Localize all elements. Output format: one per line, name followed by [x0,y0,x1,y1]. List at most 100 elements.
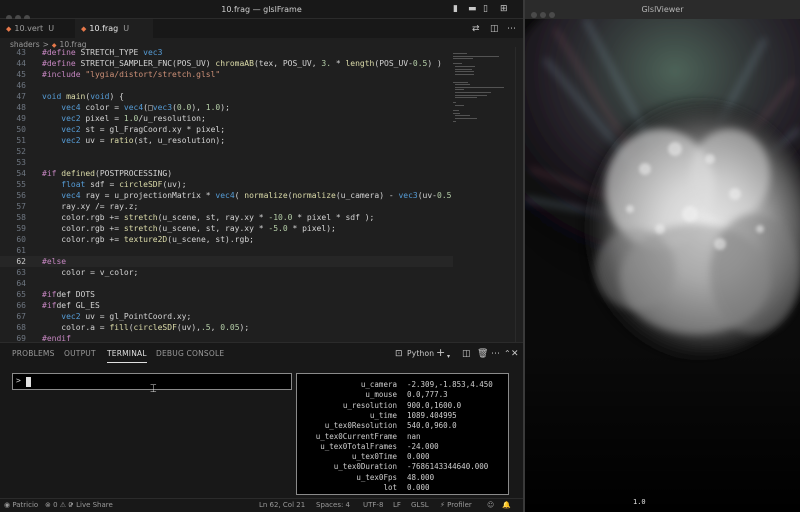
code-line[interactable]: 49 vec2 pixel = 1.0/u_resolution; [0,113,453,124]
uniform-row: u_tex0Time 0.000 [297,452,508,462]
line-number[interactable]: 50 [0,124,26,135]
uniform-value: 900.0,1600.0 [407,400,462,410]
terminal-shell-label[interactable]: Python [407,343,434,365]
indentation-status[interactable]: Spaces: 4 [316,499,350,512]
tab-problems[interactable]: PROBLEMS [12,343,55,365]
layout-panel-icon[interactable]: ▬ [468,3,477,15]
line-number[interactable]: 48 [0,102,26,113]
eol-status[interactable]: LF [393,499,401,512]
layout-sidebar-icon[interactable]: ▮ [453,3,458,15]
code-line[interactable]: 43 #define STRETCH_TYPE vec3 [0,47,453,58]
live-share-status[interactable]: ↗ Live Share [68,499,113,512]
minimap[interactable] [453,47,515,147]
code-line[interactable]: 68 color.a = fill(circleSDF(uv),.5, 0.05… [0,322,453,333]
code-line[interactable]: 56 vec4 ray = u_projectionMatrix * vec4(… [0,190,453,201]
code-line[interactable]: 48 vec4 color = vec4(□vec3(0.0), 1.0); [0,102,453,113]
code-line[interactable]: 66 #ifdef GL_ES [0,300,453,311]
line-number[interactable]: 51 [0,135,26,146]
code-line[interactable]: 46 [0,80,453,91]
code-text: float sdf = circleSDF(uv); [61,180,187,189]
line-number[interactable]: 43 [0,47,26,58]
code-line[interactable]: 61 [0,245,453,256]
line-number[interactable]: 49 [0,113,26,124]
line-number[interactable]: 56 [0,190,26,201]
accounts-status[interactable]: ◉ Patricio [4,499,38,512]
minimap-line [453,81,468,83]
line-number[interactable]: 63 [0,267,26,278]
tab-10-frag[interactable]: ◆ 10.frag U [75,19,153,38]
code-line[interactable]: 62 #else [0,256,453,267]
code-line[interactable]: 47 void main(void) { [0,91,453,102]
code-area[interactable]: 43 #define STRETCH_TYPE vec3 44 #define STR… [0,47,453,342]
code-line[interactable]: 45 #include "lygia/distort/stretch.glsl" [0,69,453,80]
line-number[interactable]: 44 [0,58,26,69]
ellipsis-icon[interactable]: ⋯ [491,348,500,360]
render-canvas[interactable] [525,19,800,512]
line-number[interactable]: 52 [0,146,26,157]
line-number[interactable]: 59 [0,223,26,234]
code-line[interactable]: 44 #define STRETCH_SAMPLER_FNC(POS_UV) ch… [0,58,453,69]
uniforms-list: u_camera -2.309,-1.853,4.450 u_mouse 0.0,77… [296,373,509,495]
notifications-icon[interactable]: 🔔 [502,499,511,512]
code-line[interactable]: 60 color.rgb += texture2D(u_scene, st).r… [0,234,453,245]
layout-secondary-icon[interactable]: ▯ [483,3,488,15]
uniform-row: u_tex0Fps 48.000 [297,473,508,483]
language-status[interactable]: GLSL [411,499,429,512]
minimap-line [455,94,487,96]
line-number[interactable]: 55 [0,179,26,190]
code-text: #define STRETCH_SAMPLER_FNC(POS_UV) chro… [42,59,442,68]
code-line[interactable]: 50 vec2 st = gl_FragCoord.xy * pixel; [0,124,453,135]
close-icon[interactable]: ✕ [511,348,519,360]
plus-icon[interactable]: + [436,347,445,359]
line-number[interactable]: 66 [0,300,26,311]
more-actions-icon[interactable]: ⋯ [507,23,516,35]
line-number[interactable]: 57 [0,201,26,212]
tab-debug-console[interactable]: DEBUG CONSOLE [156,343,224,365]
line-number[interactable]: 64 [0,278,26,289]
line-number[interactable]: 46 [0,80,26,91]
code-line[interactable]: 69 #endif [0,333,453,342]
code-line[interactable]: 57 ray.xy /= ray.z; [0,201,453,212]
code-line[interactable]: 55 float sdf = circleSDF(uv); [0,179,453,190]
line-number[interactable]: 60 [0,234,26,245]
editor-titlebar: 10.frag — glslFrame ▮ ▬ ▯ ⊞ [0,0,523,21]
code-line[interactable]: 54 #if defined(POSTPROCESSING) [0,168,453,179]
split-icon[interactable]: ◫ [462,348,471,360]
code-line[interactable]: 53 [0,157,453,168]
line-number[interactable]: 53 [0,157,26,168]
editor-scrollbar[interactable] [515,47,523,342]
line-number[interactable]: 65 [0,289,26,300]
profiler-status[interactable]: ⚡ Profiler [440,499,472,512]
terminal-icon: ⊡ [395,349,403,359]
line-number[interactable]: 62 [0,256,26,267]
line-number[interactable]: 67 [0,311,26,322]
chevron-up-icon[interactable]: ⌃ [504,348,511,360]
line-number[interactable]: 58 [0,212,26,223]
code-line[interactable]: 64 [0,278,453,289]
cursor-position[interactable]: Ln 62, Col 21 [259,499,305,512]
code-line[interactable]: 51 vec2 uv = ratio(st, u_resolution); [0,135,453,146]
line-number[interactable]: 54 [0,168,26,179]
chevron-down-icon[interactable]: ▾ [447,351,450,363]
layout-customize-icon[interactable]: ⊞ [500,3,508,15]
line-number[interactable]: 68 [0,322,26,333]
tab-output[interactable]: OUTPUT [64,343,96,365]
code-line[interactable]: 52 [0,146,453,157]
tab-10-vert[interactable]: ◆ 10.vert U [0,19,74,38]
code-line[interactable]: 67 vec2 uv = gl_PointCoord.xy; [0,311,453,322]
tab-terminal[interactable]: TERMINAL [107,343,147,363]
minimap-line [455,115,471,117]
compare-icon[interactable]: ⇄ [472,23,480,35]
code-line[interactable]: 63 color = v_color; [0,267,453,278]
trash-icon[interactable]: 🗑 [477,348,488,360]
split-editor-icon[interactable]: ◫ [490,23,499,35]
line-number[interactable]: 61 [0,245,26,256]
encoding-status[interactable]: UTF-8 [363,499,383,512]
code-line[interactable]: 65 #ifdef DOTS [0,289,453,300]
code-line[interactable]: 59 color.rgb += stretch(u_scene, st, ray… [0,223,453,234]
code-line[interactable]: 58 color.rgb += stretch(u_scene, st, ray… [0,212,453,223]
line-number[interactable]: 47 [0,91,26,102]
line-number[interactable]: 69 [0,333,26,342]
line-number[interactable]: 45 [0,69,26,80]
feedback-icon[interactable]: ☺ [487,499,494,512]
